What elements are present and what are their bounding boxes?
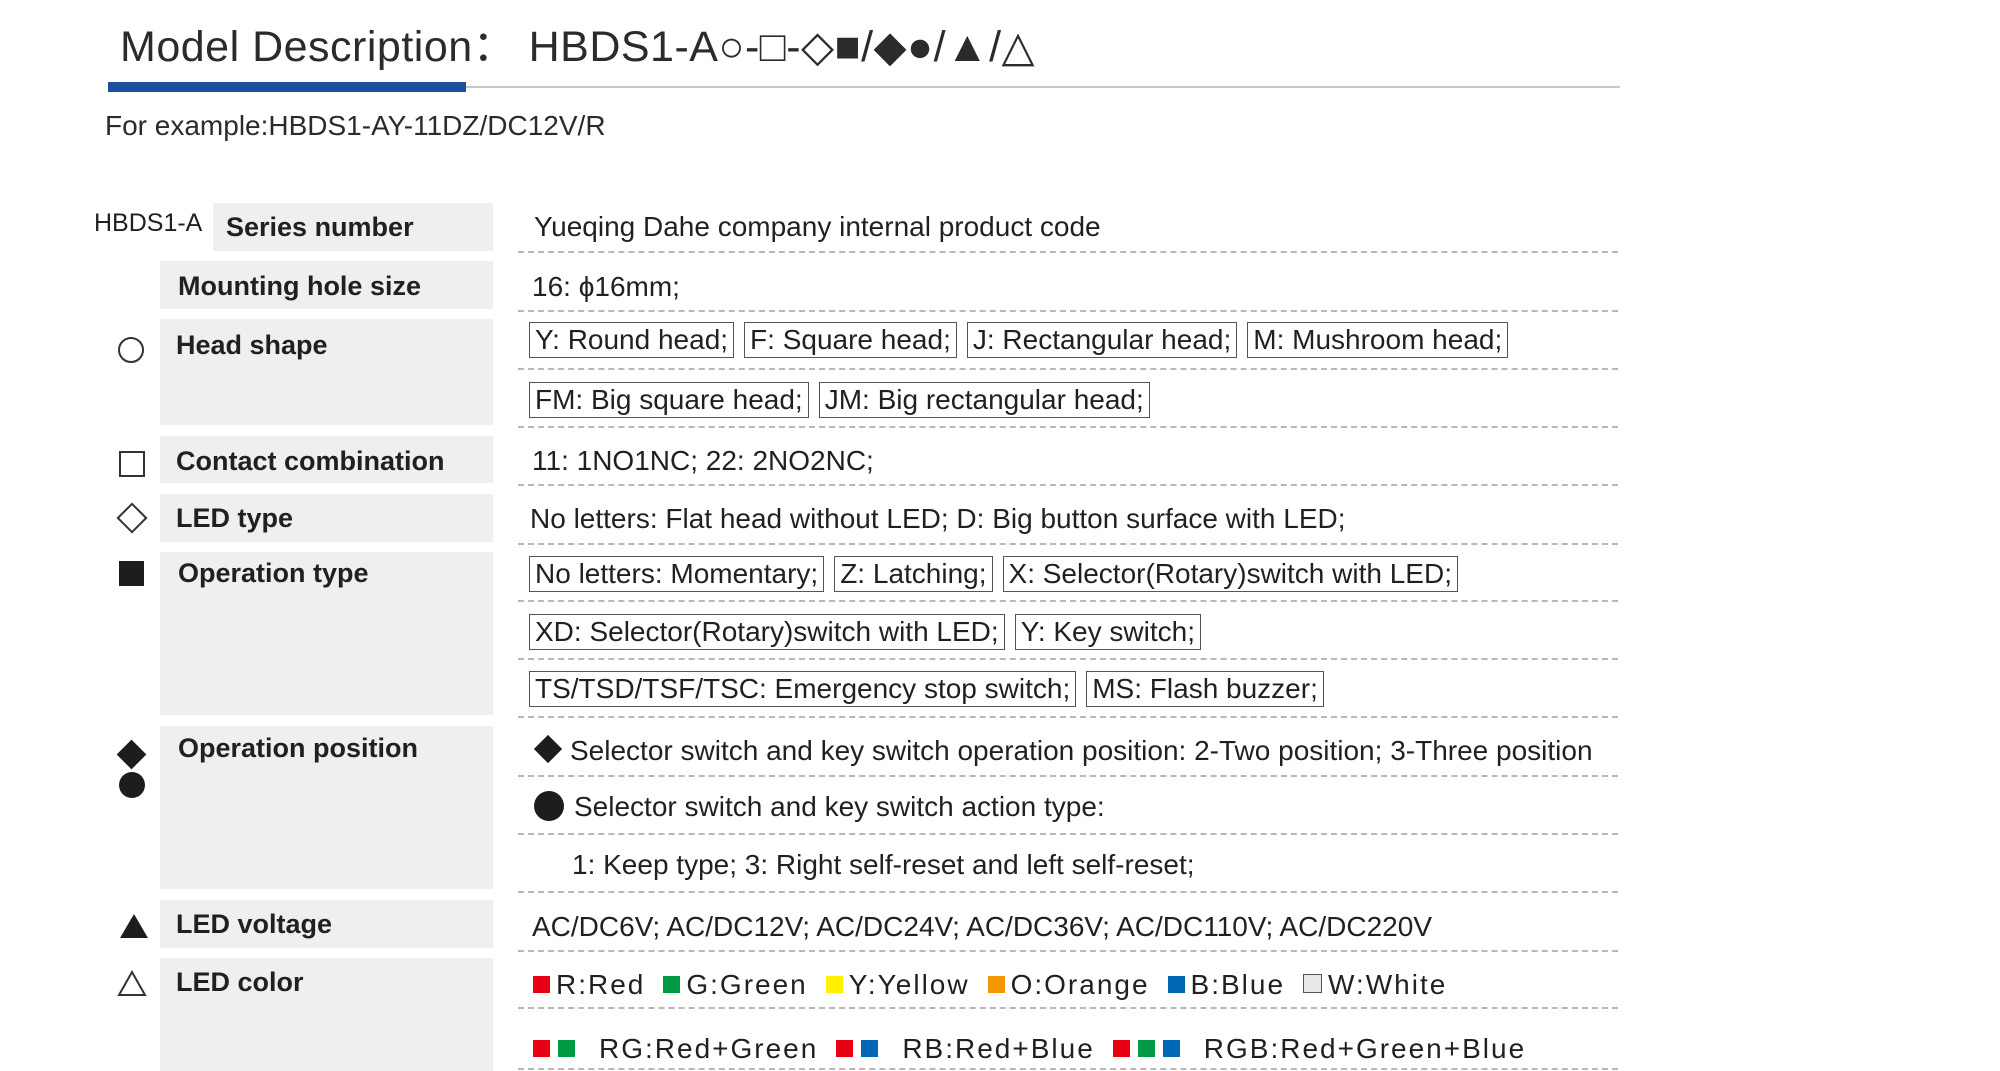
color-swatch [1303, 974, 1323, 993]
row-divider [518, 716, 1618, 718]
value-led-type: No letters: Flat head without LED; D: Bi… [530, 503, 1346, 534]
title-accent-bar [108, 82, 466, 92]
filled-circle-icon [534, 791, 564, 821]
head-shape-options-line1: Y: Round head; F: Square head; J: Rectangu… [529, 322, 1518, 358]
filled-diamond-icon [116, 739, 147, 770]
operation-position-line3: 1: Keep type; 3: Right self-reset and le… [572, 849, 1195, 880]
row-divider [518, 950, 1618, 952]
open-triangle-icon [117, 970, 147, 996]
option-mushroom-head: M: Mushroom head; [1247, 322, 1509, 358]
row-divider [518, 543, 1618, 545]
combo-label: RB:Red+Blue [902, 1033, 1095, 1064]
combo-swatches [533, 1033, 583, 1065]
color-swatch [861, 1040, 879, 1057]
row-divider [518, 775, 1618, 777]
open-square-icon [119, 451, 145, 477]
color-label: Y:Yellow [848, 969, 970, 1000]
option-big-square-head: FM: Big square head; [529, 382, 809, 418]
example-text: For example:HBDS1-AY-11DZ/DC12V/R [105, 110, 606, 141]
label-led-color: LED color [176, 967, 304, 997]
operation-position-text: Selector switch and key switch operation… [570, 735, 1593, 766]
label-series-number: Series number [226, 212, 414, 242]
value-series-number: Yueqing Dahe company internal product co… [534, 211, 1101, 242]
value-mounting-hole-size: 16: ϕ16mm; [532, 271, 680, 302]
option-square-head: F: Square head; [744, 322, 957, 358]
row-divider [518, 833, 1618, 835]
led-color-option: O:Orange [987, 969, 1150, 1001]
operation-position-line1: Selector switch and key switch operation… [532, 734, 1593, 767]
option-rectangular-head: J: Rectangular head; [966, 322, 1238, 358]
led-color-option: B:Blue [1167, 969, 1286, 1001]
led-color-options: R:Red G:Green Y:Yellow O:Orange B:Blue W:Whit… [533, 969, 1465, 1001]
color-swatch [1112, 1040, 1130, 1057]
option-flash-buzzer: MS: Flash buzzer; [1086, 671, 1324, 707]
option-latching: Z: Latching; [834, 556, 993, 592]
row-divider [518, 658, 1618, 660]
operation-position-line2: Selector switch and key switch action ty… [534, 791, 1105, 823]
row-divider [518, 251, 1618, 253]
row-divider [518, 484, 1618, 486]
filled-square-icon [119, 561, 144, 586]
value-contact-combination: 11: 1NO1NC; 22: 2NO2NC; [532, 445, 874, 476]
color-swatch [825, 976, 843, 993]
option-selector-led: X: Selector(Rotary)switch with LED; [1002, 556, 1458, 592]
label-head-shape: Head shape [176, 330, 328, 360]
row-divider [518, 1068, 1618, 1070]
color-label: R:Red [556, 969, 646, 1000]
color-label: W:White [1328, 969, 1448, 1000]
row-divider [518, 1007, 1618, 1009]
color-swatch [987, 976, 1005, 993]
color-swatch [1167, 976, 1185, 993]
filled-circle-icon [119, 772, 145, 798]
option-key-switch: Y: Key switch; [1014, 614, 1201, 650]
operation-type-options-line3: TS/TSD/TSF/TSC: Emergency stop switch; MS… [529, 671, 1334, 707]
color-swatch [1162, 1040, 1180, 1057]
action-type-text: Selector switch and key switch action ty… [574, 791, 1105, 822]
color-label: B:Blue [1190, 969, 1286, 1000]
row-divider [518, 426, 1618, 428]
option-momentary: No letters: Momentary; [529, 556, 825, 592]
led-color-option: Y:Yellow [825, 969, 970, 1001]
color-swatch [533, 1040, 550, 1057]
row-divider [518, 891, 1618, 893]
filled-triangle-icon [120, 914, 148, 938]
open-circle-icon [118, 337, 144, 363]
option-big-rectangular-head: JM: Big rectangular head; [818, 382, 1150, 418]
combo-swatches [1112, 1033, 1188, 1065]
row-divider [518, 600, 1618, 602]
value-led-voltage: AC/DC6V; AC/DC12V; AC/DC24V; AC/DC36V; A… [532, 911, 1432, 942]
label-led-voltage: LED voltage [176, 909, 333, 939]
label-contact-combination: Contact combination [176, 446, 445, 476]
color-swatch [1137, 1040, 1155, 1057]
color-swatch [558, 1040, 575, 1057]
head-shape-options-line2: FM: Big square head; JM: Big rectangular … [529, 382, 1160, 418]
led-color-option: G:Green [663, 969, 807, 1001]
led-color-combos: RG:Red+Green RB:Red+Blue RGB:Red+Green+Blu… [533, 1033, 1544, 1065]
color-swatch [836, 1040, 854, 1057]
color-swatch [663, 976, 681, 993]
operation-type-options-line2: XD: Selector(Rotary)switch with LED; Y: K… [529, 614, 1211, 650]
row-divider [518, 310, 1618, 312]
option-round-head: Y: Round head; [529, 322, 735, 358]
option-emergency-stop: TS/TSD/TSF/TSC: Emergency stop switch; [529, 671, 1077, 707]
led-color-option: R:Red [533, 969, 645, 1001]
operation-type-options-line1: No letters: Momentary; Z: Latching; X: Sel… [529, 556, 1468, 592]
open-diamond-icon [116, 502, 148, 534]
page-title: Model Description： HBDS1-A○-□-◇■/◆●/▲/△ [120, 23, 1036, 71]
row-divider [518, 368, 1618, 370]
label-led-type: LED type [176, 503, 294, 533]
color-label: O:Orange [1010, 969, 1150, 1000]
label-operation-type: Operation type [178, 558, 369, 588]
combo-swatches [836, 1033, 886, 1065]
color-label: G:Green [686, 969, 808, 1000]
filled-diamond-icon [533, 734, 563, 764]
label-mounting-hole-size: Mounting hole size [178, 271, 421, 301]
option-selector-xd: XD: Selector(Rotary)switch with LED; [529, 614, 1005, 650]
combo-label: RG:Red+Green [599, 1033, 819, 1064]
color-swatch [533, 976, 550, 993]
led-color-option: W:White [1303, 969, 1447, 1001]
series-code: HBDS1-A [94, 209, 203, 237]
combo-label: RGB:Red+Green+Blue [1203, 1033, 1527, 1064]
label-operation-position: Operation position [178, 733, 418, 763]
